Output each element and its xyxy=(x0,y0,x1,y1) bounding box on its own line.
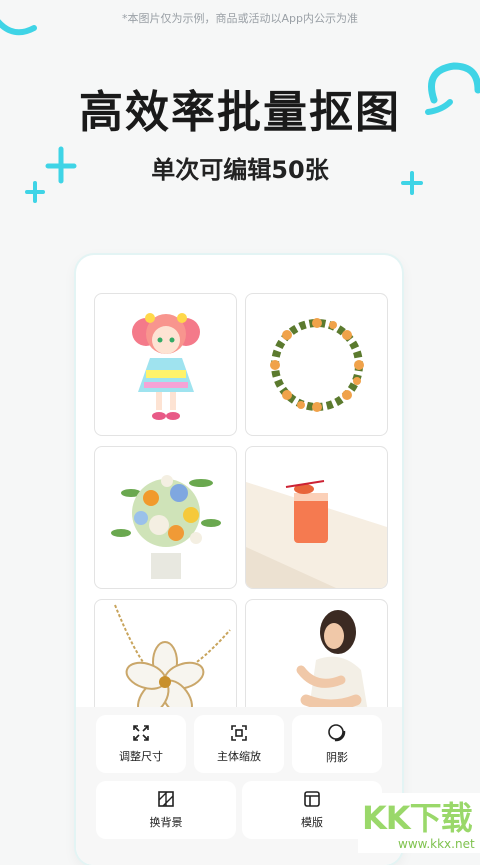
template-icon xyxy=(304,791,320,807)
headline: 高效率批量抠图 xyxy=(79,87,401,138)
flower-bouquet-image[interactable] xyxy=(94,446,237,589)
watermark-logo: KK下载 xyxy=(362,799,473,837)
image-grid xyxy=(94,293,388,742)
watermark-url: www.kkx.net xyxy=(398,837,475,851)
batch-editor-card: 调整尺寸 主体缩放 阴影 换背景 模版 xyxy=(76,255,402,865)
subheadline: 单次可编辑50张 xyxy=(151,156,329,184)
subject-zoom-button[interactable]: 主体缩放 xyxy=(194,715,284,773)
change-background-button[interactable]: 换背景 xyxy=(96,781,236,839)
disclaimer-text: *本图片仅为示例，商品或活动以App内公示为准 xyxy=(122,12,358,25)
resize-button[interactable]: 调整尺寸 xyxy=(96,715,186,773)
drink-glass-image[interactable] xyxy=(245,446,388,589)
anime-girl-image[interactable] xyxy=(94,293,237,436)
scale-icon xyxy=(231,725,247,741)
resize-icon xyxy=(133,725,149,741)
site-watermark: KK下载 www.kkx.net xyxy=(358,793,480,853)
shadow-button[interactable]: 阴影 xyxy=(292,715,382,773)
resize-label: 调整尺寸 xyxy=(119,750,163,763)
subject-zoom-label: 主体缩放 xyxy=(217,750,261,763)
shadow-icon xyxy=(328,724,346,742)
template-label: 模版 xyxy=(301,816,323,829)
decor-arc-left-icon xyxy=(0,19,37,36)
editing-toolbar: 调整尺寸 主体缩放 阴影 换背景 模版 xyxy=(76,707,402,865)
change-background-label: 换背景 xyxy=(149,816,183,829)
shadow-label: 阴影 xyxy=(326,751,348,764)
background-icon xyxy=(158,791,174,807)
flower-wreath-image[interactable] xyxy=(245,293,388,436)
